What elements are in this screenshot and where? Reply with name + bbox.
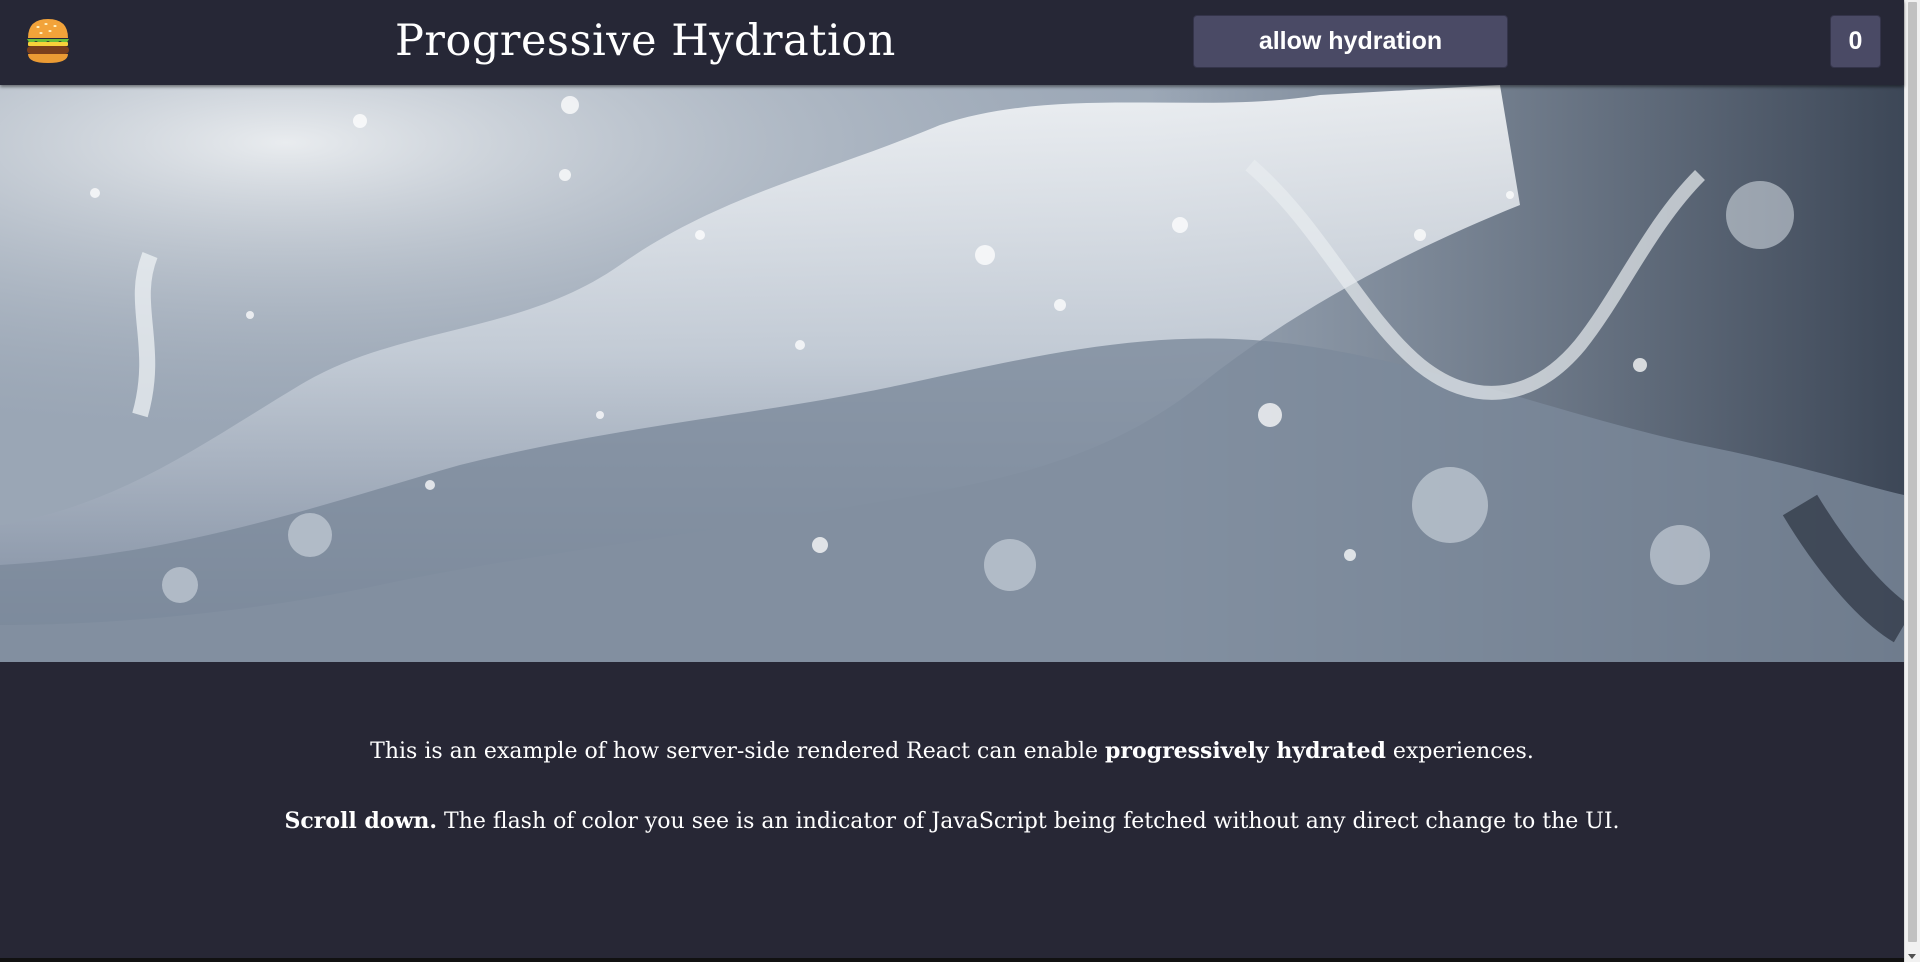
hamburger-emoji-icon[interactable] — [24, 16, 72, 66]
page: Progressive Hydration allow hydration 0 — [0, 0, 1904, 962]
scroll-down-arrow-icon[interactable] — [1908, 954, 1916, 959]
intro-section: This is an example of how server-side re… — [0, 662, 1904, 962]
vertical-scrollbar[interactable] — [1904, 0, 1920, 962]
app-header: Progressive Hydration allow hydration 0 — [0, 0, 1904, 85]
water-splash-illustration — [0, 85, 1904, 662]
instruction-paragraph: Scroll down. The flash of color you see … — [0, 806, 1904, 837]
intro-text-start: This is an example of how server-side re… — [370, 739, 1106, 764]
scrollbar-thumb[interactable] — [1908, 2, 1917, 942]
hydration-counter: 0 — [1830, 15, 1881, 68]
hero-water-splash-image — [0, 85, 1904, 662]
instruction-text: The flash of color you see is an indicat… — [437, 809, 1620, 834]
intro-text-end: experiences. — [1385, 739, 1534, 764]
intro-paragraph: This is an example of how server-side re… — [0, 736, 1904, 767]
allow-hydration-button[interactable]: allow hydration — [1193, 15, 1508, 68]
intro-text-bold: progressively hydrated — [1105, 738, 1386, 764]
page-title: Progressive Hydration — [395, 16, 896, 66]
bottom-edge — [0, 958, 1904, 962]
instruction-text-bold: Scroll down. — [284, 808, 438, 834]
